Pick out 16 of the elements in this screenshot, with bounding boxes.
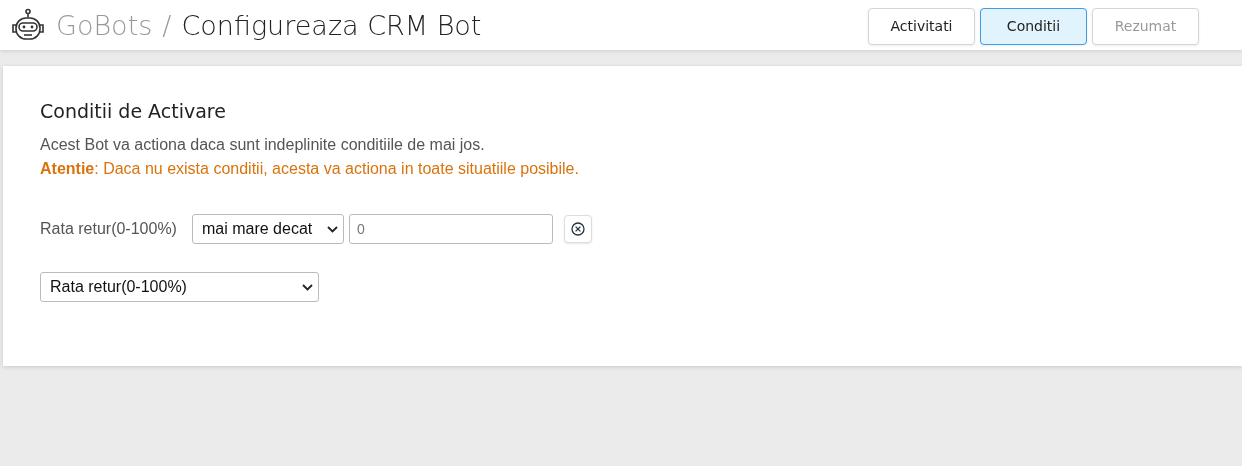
close-circle-icon	[570, 222, 585, 236]
page-title: Configureaza CRM Bot	[181, 9, 482, 41]
section-title: Conditii de Activare	[40, 100, 226, 122]
description-text: Acest Bot va actiona daca sunt indeplinite conditiile de mai jos.	[40, 136, 486, 154]
chevron-down-icon	[302, 283, 313, 291]
breadcrumb-separator: /	[162, 9, 172, 41]
chevron-down-icon	[326, 225, 338, 233]
robot-icon	[10, 8, 46, 42]
warning-text: Atentie: Daca nu exista conditii, acesta va actiona in toate situatiile posibile.	[40, 160, 580, 178]
operator-dropdown[interactable]: mai mare decat	[191, 214, 344, 244]
value-input[interactable]: 0	[348, 214, 553, 244]
remove-button[interactable]	[563, 215, 592, 243]
add-condition-dropdown[interactable]: Rata retur(0-100%)	[40, 272, 319, 302]
step-tab[interactable]: Conditii	[980, 7, 1087, 45]
step-tab[interactable]: Activitati	[868, 7, 975, 45]
condition-label: Rata retur(0-100%)	[40, 220, 177, 238]
